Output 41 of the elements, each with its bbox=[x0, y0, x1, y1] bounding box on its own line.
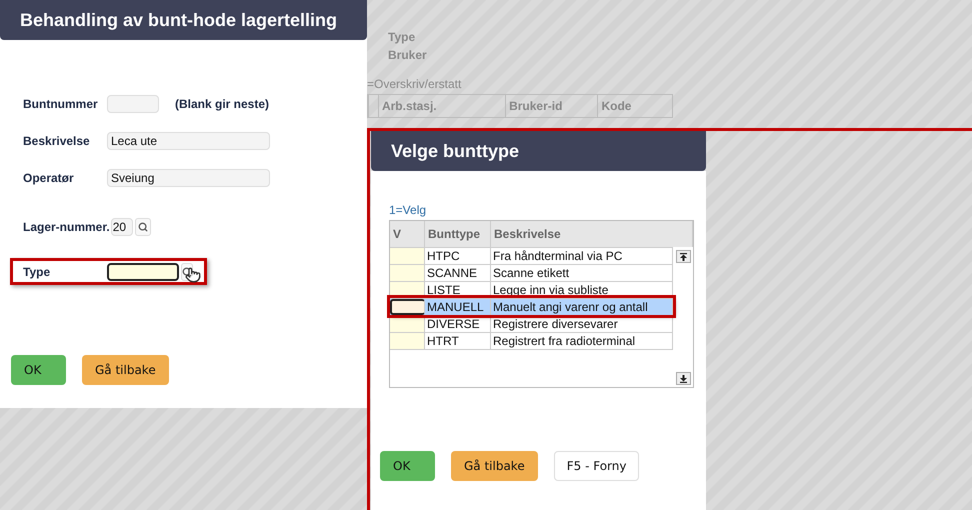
table-cell: Registrert fra radioterminal bbox=[491, 333, 673, 349]
ok-button[interactable]: OK bbox=[11, 355, 66, 385]
ok-button[interactable]: OK bbox=[380, 451, 435, 481]
column-header: Kode bbox=[601, 99, 632, 113]
scroll-up-button[interactable] bbox=[676, 250, 690, 263]
input-field[interactable]: Leca ute bbox=[107, 132, 270, 150]
field-label: Bruker bbox=[388, 47, 428, 64]
table-cell: HTRT bbox=[425, 333, 491, 349]
table-row[interactable]: HTPC Fra håndterminal via PC bbox=[390, 247, 673, 264]
table-cell: MANUELL bbox=[425, 299, 491, 315]
search-icon bbox=[138, 222, 148, 232]
table-cell: Manuelt angi varenr og antall bbox=[491, 299, 673, 315]
dialog-title: Velge bunttype bbox=[371, 131, 706, 171]
dialog-title: Behandling av bunt-hode lagertelling bbox=[0, 0, 367, 40]
input-field[interactable]: Sveiung bbox=[107, 168, 270, 186]
hand-cursor-icon bbox=[185, 266, 201, 282]
table-row[interactable]: HTRT Registrert fra radioterminal bbox=[390, 332, 673, 350]
back-button[interactable]: Gå tilbake bbox=[82, 355, 169, 385]
input-field[interactable]: 20 bbox=[110, 218, 133, 236]
field-label: Type bbox=[23, 264, 52, 278]
hint-text: =Overskriv/erstatt bbox=[367, 78, 462, 90]
refresh-button[interactable]: F5 - Forny bbox=[554, 451, 640, 481]
field-label: Type bbox=[388, 29, 416, 46]
field-label: Operatør bbox=[23, 170, 75, 184]
field-label: Lager-nummer. bbox=[23, 220, 110, 234]
arrow-up-icon bbox=[680, 252, 686, 260]
table-row[interactable]: SCANNE Scanne etikett bbox=[390, 264, 673, 281]
input-field[interactable] bbox=[107, 262, 179, 280]
arrow-down-icon bbox=[680, 374, 686, 382]
search-button[interactable] bbox=[134, 218, 151, 236]
field-label: Buntnummer bbox=[23, 96, 99, 110]
select-field[interactable] bbox=[390, 299, 425, 315]
hint-text: 1=Velg bbox=[389, 203, 428, 217]
column-header: Bruker-id bbox=[509, 99, 562, 113]
back-button[interactable]: Gå tilbake bbox=[451, 451, 538, 481]
column-header: Arb.stasj. bbox=[382, 99, 437, 113]
scroll-down-button[interactable] bbox=[676, 372, 690, 385]
search-icon bbox=[182, 266, 192, 276]
table-row[interactable]: MANUELL Manuelt angi varenr og antall bbox=[390, 298, 673, 315]
field-hint: (Blank gir neste) bbox=[175, 96, 270, 110]
field-label: Beskrivelse bbox=[23, 134, 91, 148]
